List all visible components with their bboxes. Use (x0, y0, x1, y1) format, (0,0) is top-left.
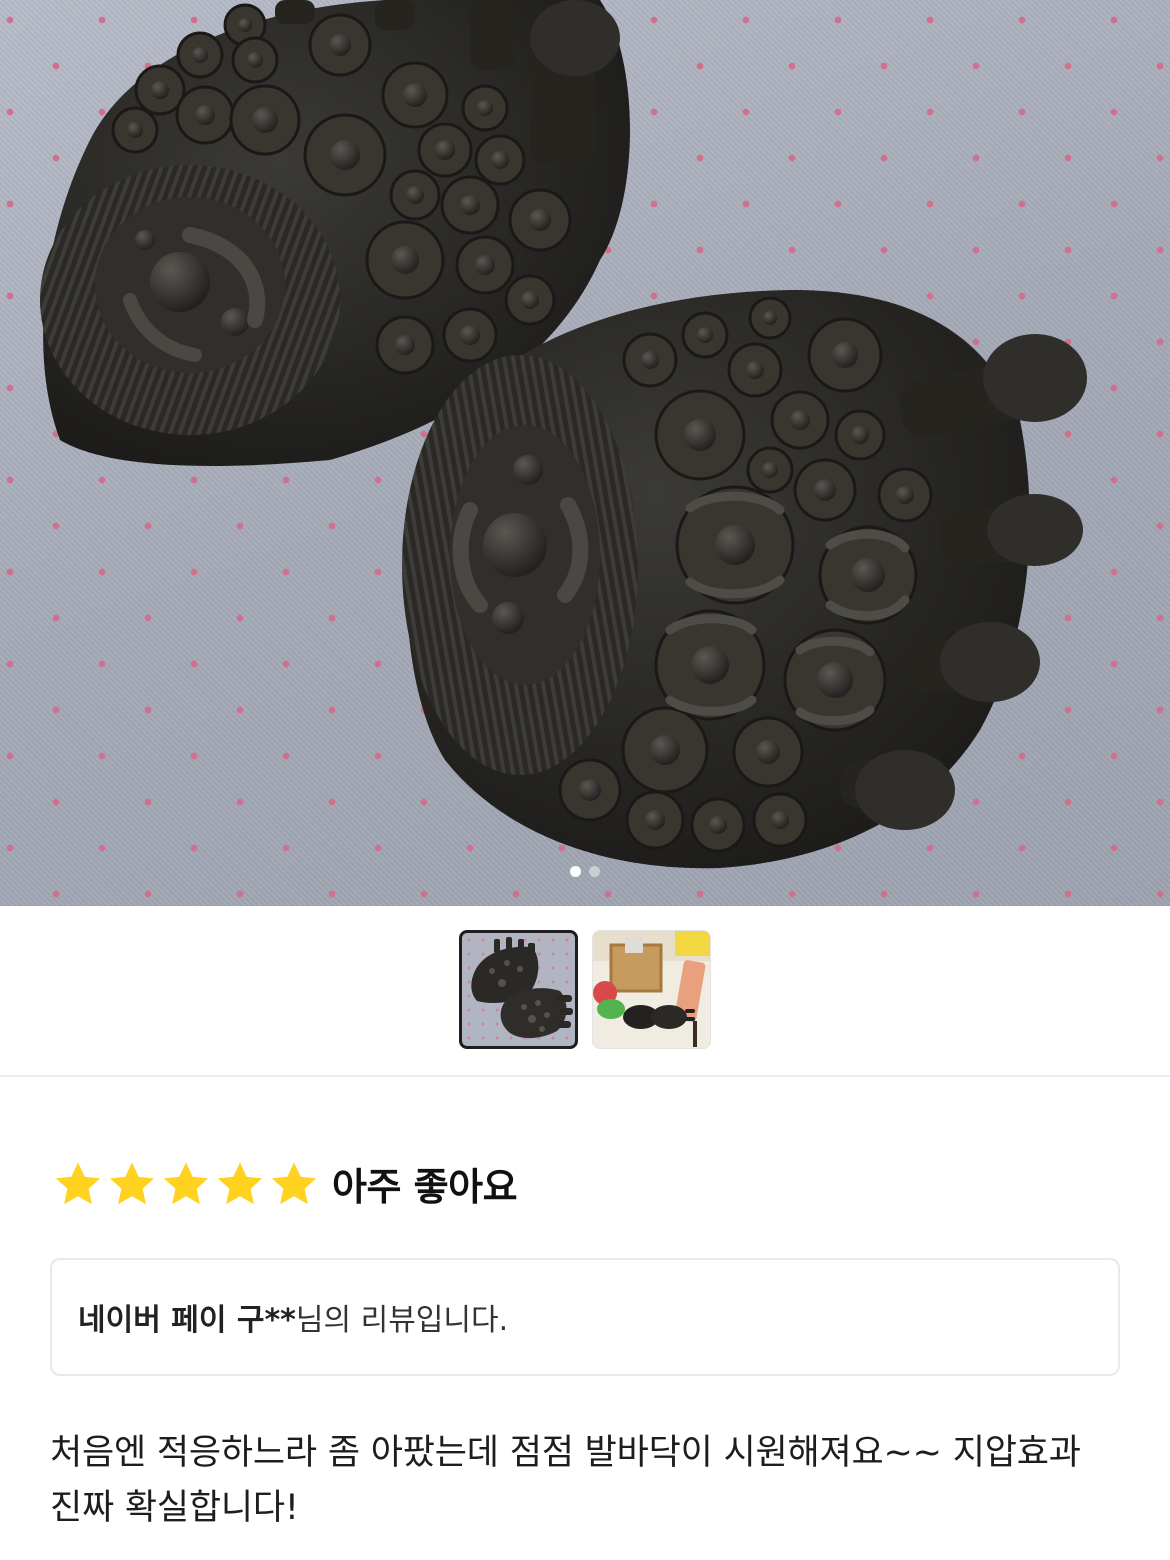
reviewer-name: 네이버 페이 구** (78, 1303, 296, 1338)
review-rating: 아주 좋아요 (52, 1156, 518, 1211)
star-rating (52, 1159, 320, 1209)
thumbnail-2-image (593, 931, 710, 1048)
star-icon (109, 1161, 155, 1204)
review-text: 처음엔 적응하느라 좀 아팠는데 점점 발바닥이 시원해져요~~ 지압효과 진짜… (50, 1433, 1081, 1528)
carousel-dot-2[interactable] (589, 866, 600, 877)
thumbnail-1[interactable] (459, 930, 578, 1049)
section-divider (0, 1075, 1170, 1077)
thumbnail-1-image (471, 937, 573, 1039)
star-icon (163, 1161, 209, 1204)
reviewer-suffix: 님의 리뷰입니다. (295, 1303, 509, 1338)
carousel-indicator (0, 866, 1170, 877)
product-photo[interactable] (0, 0, 1170, 906)
acupressure-pads-illustration (40, 0, 1087, 869)
carousel-dot-1[interactable] (570, 866, 581, 877)
review-source-box: 네이버 페이 구** 님의 리뷰입니다. (50, 1258, 1120, 1376)
rating-label: 아주 좋아요 (332, 1165, 518, 1209)
thumbnail-strip (0, 930, 1170, 1049)
thumbnail-2[interactable] (592, 930, 711, 1049)
star-icon (55, 1161, 101, 1204)
star-icon (271, 1161, 317, 1204)
star-icon (217, 1161, 263, 1204)
